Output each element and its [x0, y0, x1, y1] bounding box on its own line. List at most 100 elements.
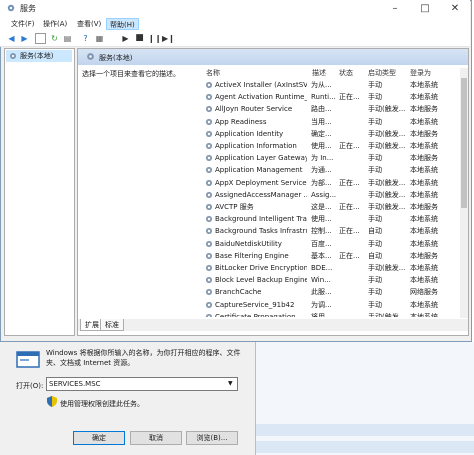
service-startup-cell: 手动(触发...: [368, 178, 406, 187]
menu-view[interactable]: 查看(V): [74, 18, 104, 30]
admin-note: 使用管理权限创建此任务。: [60, 400, 144, 408]
service-logon-cell: 本地服务: [410, 154, 438, 163]
scrollbar-thumb[interactable]: [461, 78, 467, 208]
maximize-button[interactable]: □: [410, 0, 440, 17]
menu-help[interactable]: 帮助(H): [106, 18, 139, 30]
service-row[interactable]: Block Level Backup Engine ... Win... 手动 本地系…: [0, 274, 460, 286]
column-header-description[interactable]: 描述: [312, 68, 326, 78]
service-row[interactable]: App Readiness 当用... 手动 本地系统: [0, 116, 460, 128]
service-logon-cell: 本地系统: [410, 117, 438, 126]
service-gear-icon: [205, 313, 213, 317]
service-name-cell: AppX Deployment Service ...: [215, 178, 307, 187]
pane-title: 服务(本地): [99, 54, 133, 62]
service-gear-icon: [205, 167, 213, 174]
service-row[interactable]: Application Management 为通... 手动 本地系统: [0, 164, 460, 176]
service-startup-cell: 手动: [368, 215, 382, 224]
service-row[interactable]: Base Filtering Engine 基本... 正在... 自动 本地服务: [0, 250, 460, 262]
service-logon-cell: 本地系统: [410, 81, 438, 89]
show-hide-tree-icon[interactable]: [35, 33, 46, 44]
tab-standard[interactable]: 标准: [100, 319, 124, 331]
column-header-status[interactable]: 状态: [339, 68, 353, 78]
service-row[interactable]: Certificate Propagation 将用... 手动(触发... 本地系统: [0, 311, 460, 317]
start-service-icon[interactable]: ▶: [120, 33, 131, 44]
chevron-down-icon[interactable]: ▼: [228, 380, 233, 387]
help-icon[interactable]: ?: [80, 33, 91, 44]
description-text: 选择一个项目来查看它的描述。: [82, 70, 180, 78]
service-row[interactable]: AssignedAccessManager ... Assig... 手动(触发..…: [0, 189, 460, 201]
service-gear-icon: [205, 179, 213, 186]
stop-service-icon[interactable]: ■: [134, 33, 145, 44]
service-desc-cell: 为 In...: [311, 154, 334, 163]
services-gear-icon: [7, 4, 15, 12]
service-startup-cell: 手动: [368, 288, 382, 297]
service-row[interactable]: AppX Deployment Service ... 为部... 正在... 手动(…: [0, 177, 460, 189]
service-gear-icon: [205, 264, 213, 272]
column-header-name[interactable]: 名称: [206, 68, 220, 78]
service-row[interactable]: CaptureService_91b42 为调... 手动 本地系统: [0, 299, 460, 311]
run-description: Windows 将根据你所输入的名称，为你打开相应的程序、文件夹、文档或 Int…: [46, 349, 241, 367]
services-list: ActiveX Installer (AxInstSV) 为从... 手动 本地系统 A…: [0, 79, 460, 317]
menu-action[interactable]: 操作(A): [40, 18, 70, 30]
service-startup-cell: 手动: [368, 239, 382, 248]
service-logon-cell: 本地服务: [410, 203, 438, 211]
column-header-startup-type[interactable]: 启动类型: [368, 68, 396, 78]
minimize-button[interactable]: –: [380, 0, 410, 17]
service-startup-cell: 手动: [368, 117, 382, 126]
service-status-cell: 正在...: [339, 227, 360, 236]
service-status-cell: 正在...: [339, 142, 360, 150]
export-list-icon[interactable]: ▤: [62, 33, 73, 44]
service-logon-cell: 本地系统: [410, 215, 438, 224]
run-icon: [16, 351, 40, 368]
service-startup-cell: 手动(触发...: [368, 142, 406, 150]
cancel-button[interactable]: 取消: [130, 431, 182, 445]
service-gear-icon: [205, 155, 213, 162]
restart-service-icon[interactable]: ▶❙: [162, 33, 175, 44]
browse-button[interactable]: 浏览(B)...: [186, 431, 238, 445]
properties-icon[interactable]: ▦: [94, 33, 105, 44]
service-name-cell: Block Level Backup Engine ...: [215, 276, 307, 285]
service-row[interactable]: Application Layer Gateway ... 为 In... 手动 本地…: [0, 152, 460, 164]
service-gear-icon: [205, 228, 213, 235]
service-name-cell: BitLocker Drive Encryption ...: [215, 264, 307, 272]
service-gear-icon: [205, 216, 213, 223]
service-row[interactable]: ActiveX Installer (AxInstSV) 为从... 手动 本地系统: [0, 79, 460, 91]
ok-button[interactable]: 确定: [73, 431, 125, 445]
close-button[interactable]: ✕: [440, 0, 470, 17]
service-row[interactable]: BaiduNetdiskUtility 百度... 手动 本地系统: [0, 238, 460, 250]
service-desc-cell: Runti...: [311, 93, 336, 102]
service-gear-icon: [205, 118, 213, 125]
service-startup-cell: 手动: [368, 154, 382, 163]
service-desc-cell: 使用...: [311, 142, 332, 150]
service-row[interactable]: Application Information 使用... 正在... 手动(触发..…: [0, 140, 460, 152]
service-row[interactable]: BitLocker Drive Encryption ... BDE... 手动(触…: [0, 262, 460, 274]
service-startup-cell: 手动: [368, 166, 382, 175]
service-gear-icon: [205, 191, 213, 198]
service-row[interactable]: Agent Activation Runtime_... Runti... 正在..…: [0, 91, 460, 103]
service-desc-cell: 百度...: [311, 239, 332, 248]
service-startup-cell: 手动: [368, 93, 382, 102]
pause-service-icon[interactable]: ❙❙: [148, 33, 161, 44]
service-name-cell: Certificate Propagation: [215, 312, 296, 317]
menu-file[interactable]: 文件(F): [8, 18, 38, 30]
service-row[interactable]: AllJoyn Router Service 路由... 手动(触发... 本地服务: [0, 103, 460, 115]
service-desc-cell: 基本...: [311, 251, 332, 260]
service-row[interactable]: Application Identity 确定... 手动(触发... 本地服务: [0, 128, 460, 140]
back-icon[interactable]: ◀: [6, 33, 17, 44]
service-desc-cell: 为调...: [311, 300, 332, 309]
service-name-cell: AllJoyn Router Service: [215, 105, 293, 114]
service-row[interactable]: BranchCache 此服... 手动 网络服务: [0, 286, 460, 298]
refresh-icon[interactable]: ↻: [49, 33, 60, 44]
service-gear-icon: [205, 106, 213, 113]
service-row[interactable]: AVCTP 服务 这是... 正在... 手动(触发... 本地服务: [0, 201, 460, 213]
service-row[interactable]: Background Tasks Infrastru... 控制... 正在... 自…: [0, 225, 460, 237]
open-label: 打开(O):: [16, 382, 44, 390]
service-row[interactable]: Background Intelligent Tra... 使用... 手动 本地系统: [0, 213, 460, 225]
service-status-cell: 正在...: [339, 251, 360, 260]
open-input[interactable]: SERVICES.MSC: [46, 377, 238, 391]
service-name-cell: ActiveX Installer (AxInstSV): [215, 81, 307, 89]
service-startup-cell: 手动(触发...: [368, 105, 406, 114]
forward-icon[interactable]: ▶: [19, 33, 30, 44]
column-header-log-on-as[interactable]: 登录为: [410, 68, 431, 78]
service-startup-cell: 自动: [368, 251, 382, 260]
service-logon-cell: 本地系统: [410, 142, 438, 150]
